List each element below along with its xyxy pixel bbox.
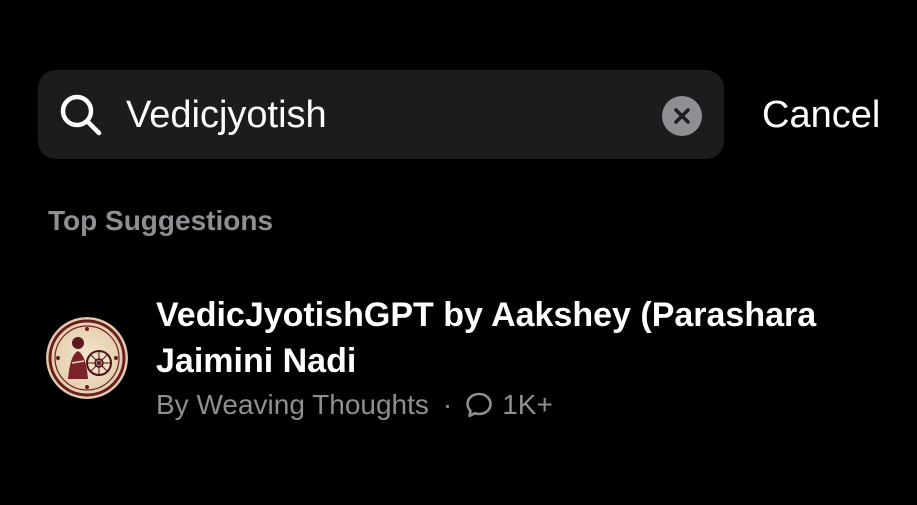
- cancel-button[interactable]: Cancel: [762, 92, 880, 138]
- suggestion-item[interactable]: VedicJyotishGPT by Aakshey (Parashara Ja…: [46, 292, 886, 432]
- gpt-avatar: [46, 317, 128, 399]
- search-bar[interactable]: [38, 70, 724, 159]
- conversation-count: 1K+: [502, 389, 553, 420]
- suggestion-author: By Weaving Thoughts: [156, 389, 429, 420]
- search-icon: [58, 92, 104, 138]
- chat-bubble-icon: [464, 390, 494, 420]
- clear-icon[interactable]: [662, 96, 702, 136]
- suggestion-meta: By Weaving Thoughts · 1K+: [156, 386, 553, 424]
- search-input[interactable]: [126, 90, 646, 140]
- section-title: Top Suggestions: [48, 205, 274, 236]
- meta-separator: ·: [442, 389, 453, 420]
- suggestion-title: VedicJyotishGPT by Aakshey (Parashara Ja…: [156, 296, 817, 380]
